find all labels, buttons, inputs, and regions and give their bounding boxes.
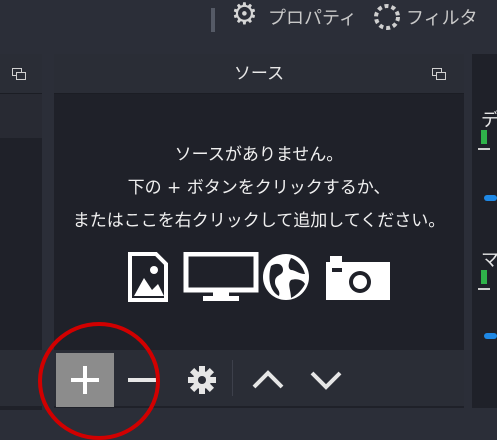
toolbar-divider xyxy=(232,360,233,396)
image-icon xyxy=(128,252,168,302)
volume-slider-2[interactable] xyxy=(484,333,497,339)
display-capture-icon xyxy=(183,251,259,302)
volume-slider-1[interactable] xyxy=(484,195,497,201)
scenes-undock-icon[interactable] xyxy=(12,68,26,80)
mixer-track-1-name: デ xyxy=(481,110,497,131)
sources-panel-title: ソース xyxy=(233,64,285,84)
mute-icon-1[interactable] xyxy=(478,148,490,150)
annotation-circle xyxy=(38,322,160,440)
properties-button-label[interactable]: プロパティ xyxy=(268,4,357,30)
scenes-footer-toolbar xyxy=(0,350,42,406)
empty-message-line-2: 下の + ボタンをクリックするか、 xyxy=(127,178,391,198)
gear-icon xyxy=(188,366,216,394)
move-source-up-button[interactable] xyxy=(246,353,290,407)
move-up-icon xyxy=(252,370,284,389)
properties-gear-icon[interactable]: ⚙ xyxy=(231,0,267,32)
move-down-icon xyxy=(310,371,342,390)
audio-meter-2 xyxy=(481,270,487,284)
toolbar-separator xyxy=(211,8,215,32)
mixer-track-2-name: マ xyxy=(481,250,497,271)
sources-undock-icon[interactable] xyxy=(432,68,446,80)
move-source-down-button[interactable] xyxy=(304,353,348,407)
scene-list-item[interactable] xyxy=(0,94,42,138)
source-properties-button[interactable] xyxy=(180,353,224,407)
browser-globe-icon xyxy=(261,252,311,302)
empty-message-line-1: ソースがありません。 xyxy=(174,145,344,165)
empty-message-line-3: またはここを右クリックして追加してください。 xyxy=(72,211,446,231)
audio-meter-1 xyxy=(481,130,487,144)
filters-icon[interactable] xyxy=(370,0,404,34)
filters-button-label[interactable]: フィルタ xyxy=(406,4,478,30)
mute-icon-2[interactable] xyxy=(478,288,490,290)
camera-icon xyxy=(324,252,392,302)
